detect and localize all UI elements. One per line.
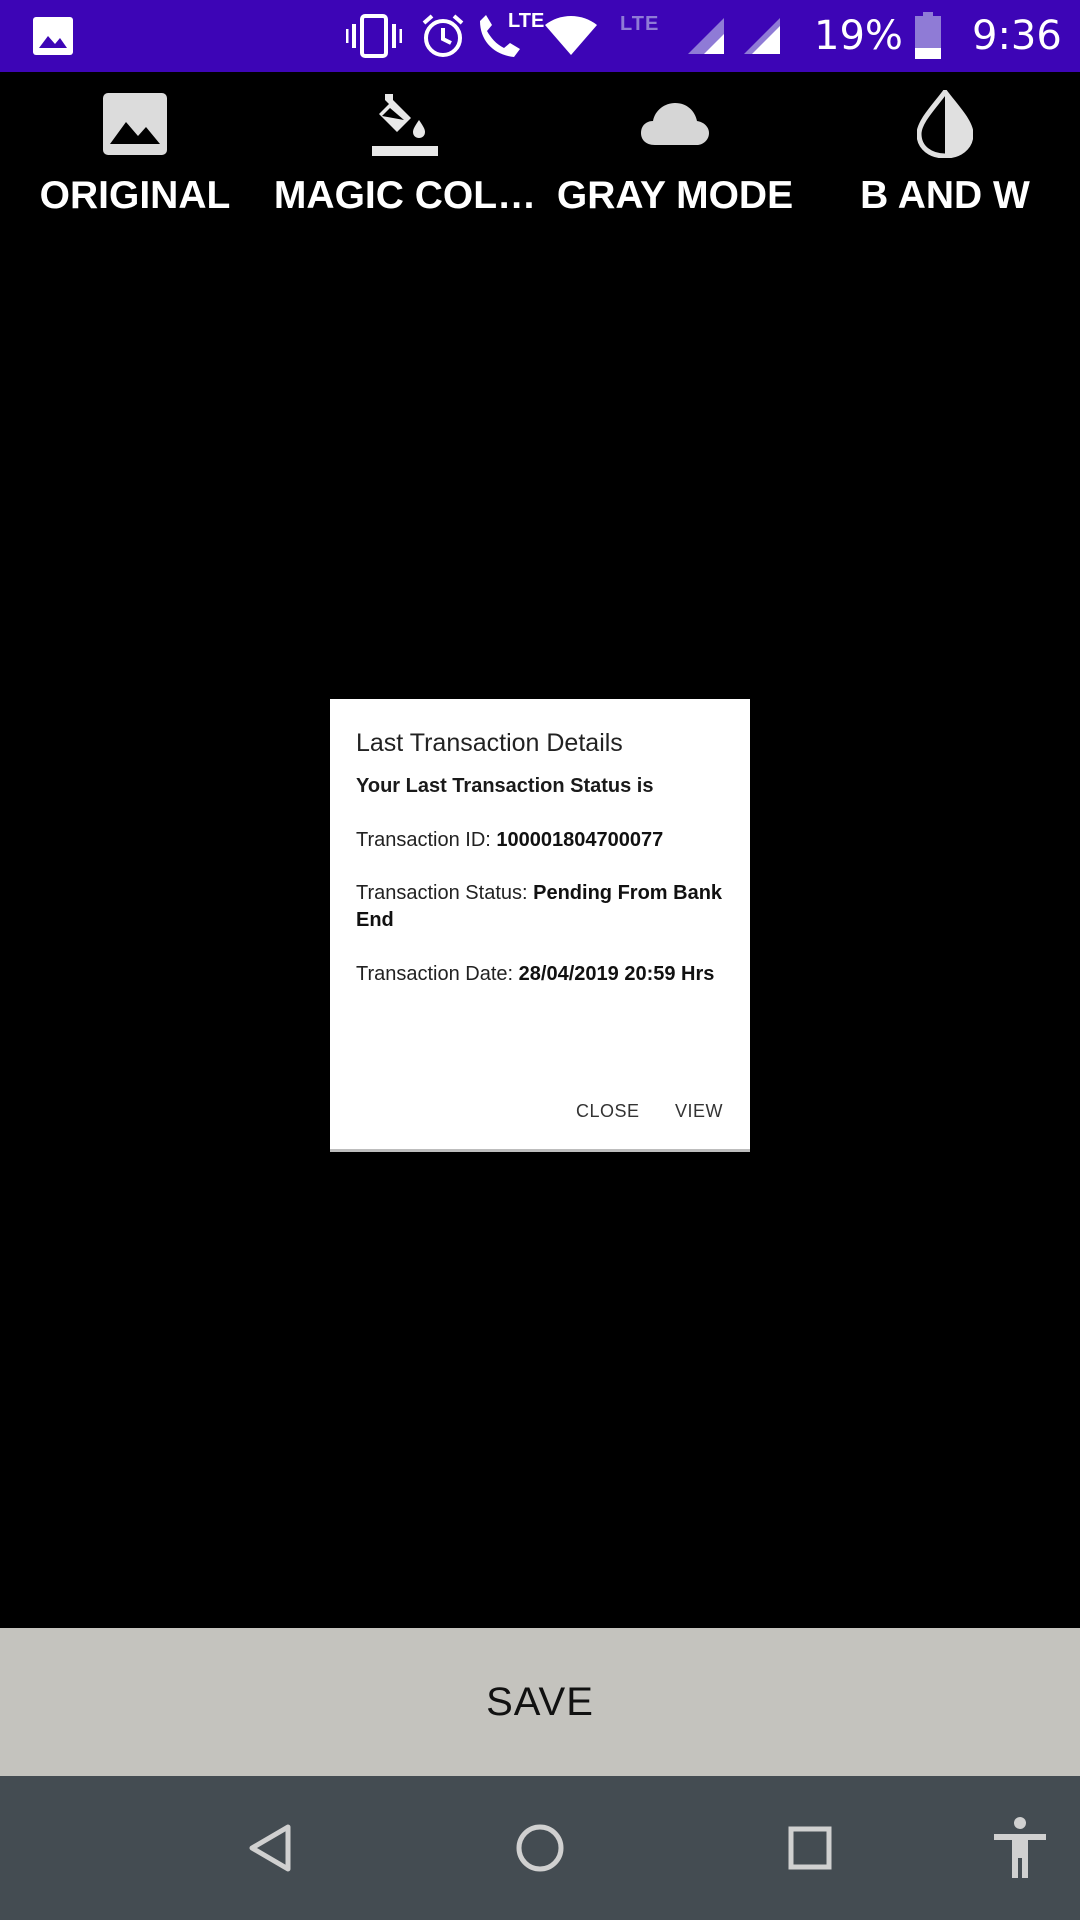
accessibility-icon bbox=[994, 1817, 1046, 1878]
filter-original[interactable]: ORIGINAL bbox=[0, 72, 270, 232]
image-preview: Last Transaction Details Your Last Trans… bbox=[0, 232, 1080, 1628]
back-icon bbox=[249, 1824, 291, 1872]
save-button-label: SAVE bbox=[486, 1679, 594, 1724]
recents-button[interactable] bbox=[760, 1776, 860, 1920]
home-button[interactable] bbox=[490, 1776, 590, 1920]
wifi-icon bbox=[544, 0, 598, 72]
home-icon bbox=[516, 1824, 564, 1872]
filter-gray-mode-label: GRAY MODE bbox=[556, 174, 794, 217]
alarm-icon bbox=[420, 0, 466, 72]
paint-bucket-icon bbox=[372, 94, 438, 156]
document-preview: Last Transaction Details Your Last Trans… bbox=[330, 699, 750, 1152]
gallery-notification-icon bbox=[32, 0, 74, 72]
signal-icon-sim2 bbox=[742, 0, 782, 72]
filter-original-label: ORIGINAL bbox=[39, 174, 231, 217]
doc-transaction-status: Transaction Status: Pending From Bank En… bbox=[356, 882, 723, 931]
vibrate-icon bbox=[346, 0, 402, 72]
status-bar: LTE LTE 19% 9:36 bbox=[0, 0, 1080, 72]
recents-icon bbox=[788, 1826, 832, 1870]
doc-transaction-date: Transaction Date: 28/04/2019 20:59 Hrs bbox=[356, 963, 715, 985]
lte-indicator: LTE bbox=[620, 12, 660, 35]
doc-title: Last Transaction Details bbox=[356, 729, 623, 757]
save-button[interactable]: SAVE bbox=[0, 1628, 1080, 1776]
volte-call-icon: LTE bbox=[474, 0, 544, 72]
doc-transaction-id: Transaction ID: 100001804700077 bbox=[356, 829, 664, 851]
filter-gray-mode[interactable]: GRAY MODE bbox=[540, 72, 810, 232]
filter-magic-color[interactable]: MAGIC COL… bbox=[270, 72, 540, 232]
battery-icon bbox=[914, 0, 942, 72]
doc-view-label: VIEW bbox=[675, 1101, 724, 1121]
filter-magic-color-label: MAGIC COL… bbox=[273, 174, 537, 217]
battery-percent: 19% bbox=[814, 13, 903, 59]
accessibility-button[interactable] bbox=[980, 1776, 1060, 1920]
navigation-bar bbox=[0, 1776, 1080, 1920]
call-lte-label: LTE bbox=[508, 10, 545, 32]
doc-subtitle: Your Last Transaction Status is bbox=[356, 775, 654, 797]
clock: 9:36 bbox=[972, 13, 1062, 59]
signal-icon-sim1 bbox=[686, 0, 726, 72]
contrast-drop-icon bbox=[917, 90, 973, 158]
filter-b-and-w-label: B AND W bbox=[860, 174, 1030, 217]
cloud-icon bbox=[641, 103, 709, 145]
image-icon bbox=[103, 93, 167, 155]
filter-b-and-w[interactable]: B AND W bbox=[810, 72, 1080, 232]
doc-close-label: CLOSE bbox=[576, 1101, 640, 1121]
back-button[interactable] bbox=[220, 1776, 320, 1920]
filter-toolbar: ORIGINAL MAGIC COL… GRAY MODE B AND W bbox=[0, 72, 1080, 232]
